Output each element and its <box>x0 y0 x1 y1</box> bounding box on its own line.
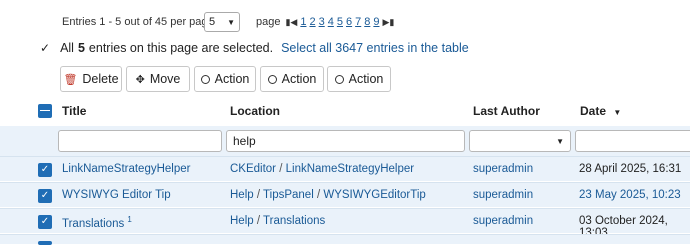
title-superscript: 1 <box>127 215 132 224</box>
page-link-2[interactable]: 2 <box>309 16 315 28</box>
table-row[interactable]: ✓ LinkNameStrategyHelper CKEditor / Link… <box>0 156 690 181</box>
page-link-9[interactable]: 9 <box>373 16 379 28</box>
row-title-link[interactable]: Translations <box>62 218 124 230</box>
page-link-7[interactable]: 7 <box>355 16 361 28</box>
action-label-1: Action <box>214 72 250 86</box>
action-button-3[interactable]: Action <box>327 66 391 92</box>
location-crumb[interactable]: WYSIWYGEditorTip <box>323 189 425 201</box>
check-icon: ✓ <box>40 41 51 55</box>
row-checkbox[interactable]: ✓ <box>38 163 52 177</box>
table-row[interactable]: ✓ Translations 1 Help / Translations sup… <box>0 208 690 239</box>
row-location: Help / TipsPanel / WYSIWYGEditorTip <box>230 189 426 201</box>
page-link-6[interactable]: 6 <box>346 16 352 28</box>
page-link-8[interactable]: 8 <box>364 16 370 28</box>
date-filter-input[interactable] <box>575 130 690 152</box>
row-checkbox[interactable]: ✓ <box>38 215 52 229</box>
last-page-icon[interactable]: ▶▮ <box>382 17 394 28</box>
circle-icon <box>200 74 210 84</box>
page-link-4[interactable]: 4 <box>328 16 334 28</box>
row-checkbox[interactable]: ✓ <box>38 189 52 203</box>
row-author-link[interactable]: superadmin <box>473 163 533 175</box>
location-filter-input[interactable]: help <box>226 130 465 152</box>
sort-down-icon: ▼ <box>613 108 622 117</box>
selection-prefix: All <box>60 41 74 55</box>
check-icon: ✓ <box>40 164 50 175</box>
location-crumb[interactable]: TipsPanel <box>263 189 314 201</box>
move-label: Move <box>149 72 181 86</box>
per-page-value: 5 <box>209 16 216 28</box>
per-page-select[interactable]: 5 ▼ <box>204 12 240 32</box>
author-filter-select[interactable]: ▼ <box>469 130 571 152</box>
location-crumb[interactable]: Help <box>230 215 254 227</box>
page-link-1[interactable]: 1 <box>300 16 306 28</box>
select-all-checkbox[interactable]: — <box>38 104 52 118</box>
action-label-3: Action <box>348 72 384 86</box>
table-row[interactable] <box>0 234 690 245</box>
action-button-2[interactable]: Action <box>260 66 324 92</box>
delete-button[interactable]: 🗑 Delete <box>60 66 122 92</box>
table-row[interactable]: ✓ WYSIWYG Editor Tip Help / TipsPanel / … <box>0 182 690 207</box>
column-header-location[interactable]: Location <box>230 104 280 118</box>
circle-icon <box>267 74 277 84</box>
pagination-pages: page ▮◀ 1 2 3 4 5 6 7 8 9 ▶▮ <box>256 16 394 28</box>
page-label: page <box>256 16 281 28</box>
row-title: Translations 1 <box>62 215 132 230</box>
location-crumb[interactable]: Help <box>230 189 254 201</box>
pagination-summary: Entries 1 - 5 out of 45 per page of <box>62 16 226 28</box>
row-title-link[interactable]: WYSIWYG Editor Tip <box>62 189 171 201</box>
first-page-icon[interactable]: ▮◀ <box>285 17 297 28</box>
row-checkbox[interactable] <box>38 241 52 245</box>
row-location: CKEditor / LinkNameStrategyHelper <box>230 163 414 175</box>
row-date: 28 April 2025, 16:31 <box>579 163 682 175</box>
select-all-link[interactable]: Select all 3647 entries in the table <box>281 41 469 55</box>
location-crumb[interactable]: CKEditor <box>230 163 276 175</box>
check-icon: ✓ <box>40 190 50 201</box>
row-date: 23 May 2025, 10:23 <box>579 189 681 201</box>
selection-count: 5 <box>77 41 85 55</box>
check-icon: ✓ <box>40 216 50 227</box>
row-author-link[interactable]: superadmin <box>473 189 533 201</box>
delete-label: Delete <box>82 72 119 86</box>
column-header-last-author[interactable]: Last Author <box>473 104 540 118</box>
column-header-date[interactable]: Date ▼ <box>580 104 621 118</box>
minus-icon: — <box>40 105 50 116</box>
move-icon: ✥ <box>135 73 145 86</box>
move-button[interactable]: ✥ Move <box>126 66 190 92</box>
selection-suffix: entries on this page are selected. <box>88 41 274 55</box>
column-header-title[interactable]: Title <box>62 104 86 118</box>
circle-icon <box>334 74 344 84</box>
trash-icon: 🗑 <box>63 73 78 86</box>
location-crumb[interactable]: LinkNameStrategyHelper <box>286 163 414 175</box>
location-crumb[interactable]: Translations <box>263 215 325 227</box>
chevron-down-icon: ▼ <box>556 136 564 146</box>
title-filter-input[interactable] <box>58 130 222 152</box>
action-label-2: Action <box>281 72 317 86</box>
page-link-5[interactable]: 5 <box>337 16 343 28</box>
page-link-3[interactable]: 3 <box>319 16 325 28</box>
row-location: Help / Translations <box>230 215 325 227</box>
row-author-link[interactable]: superadmin <box>473 215 533 227</box>
row-title-link[interactable]: LinkNameStrategyHelper <box>62 163 190 175</box>
chevron-down-icon: ▼ <box>227 17 235 27</box>
action-button-1[interactable]: Action <box>194 66 256 92</box>
selection-message: ✓ All 5 entries on this page are selecte… <box>40 41 469 55</box>
date-header-label: Date <box>580 104 607 118</box>
